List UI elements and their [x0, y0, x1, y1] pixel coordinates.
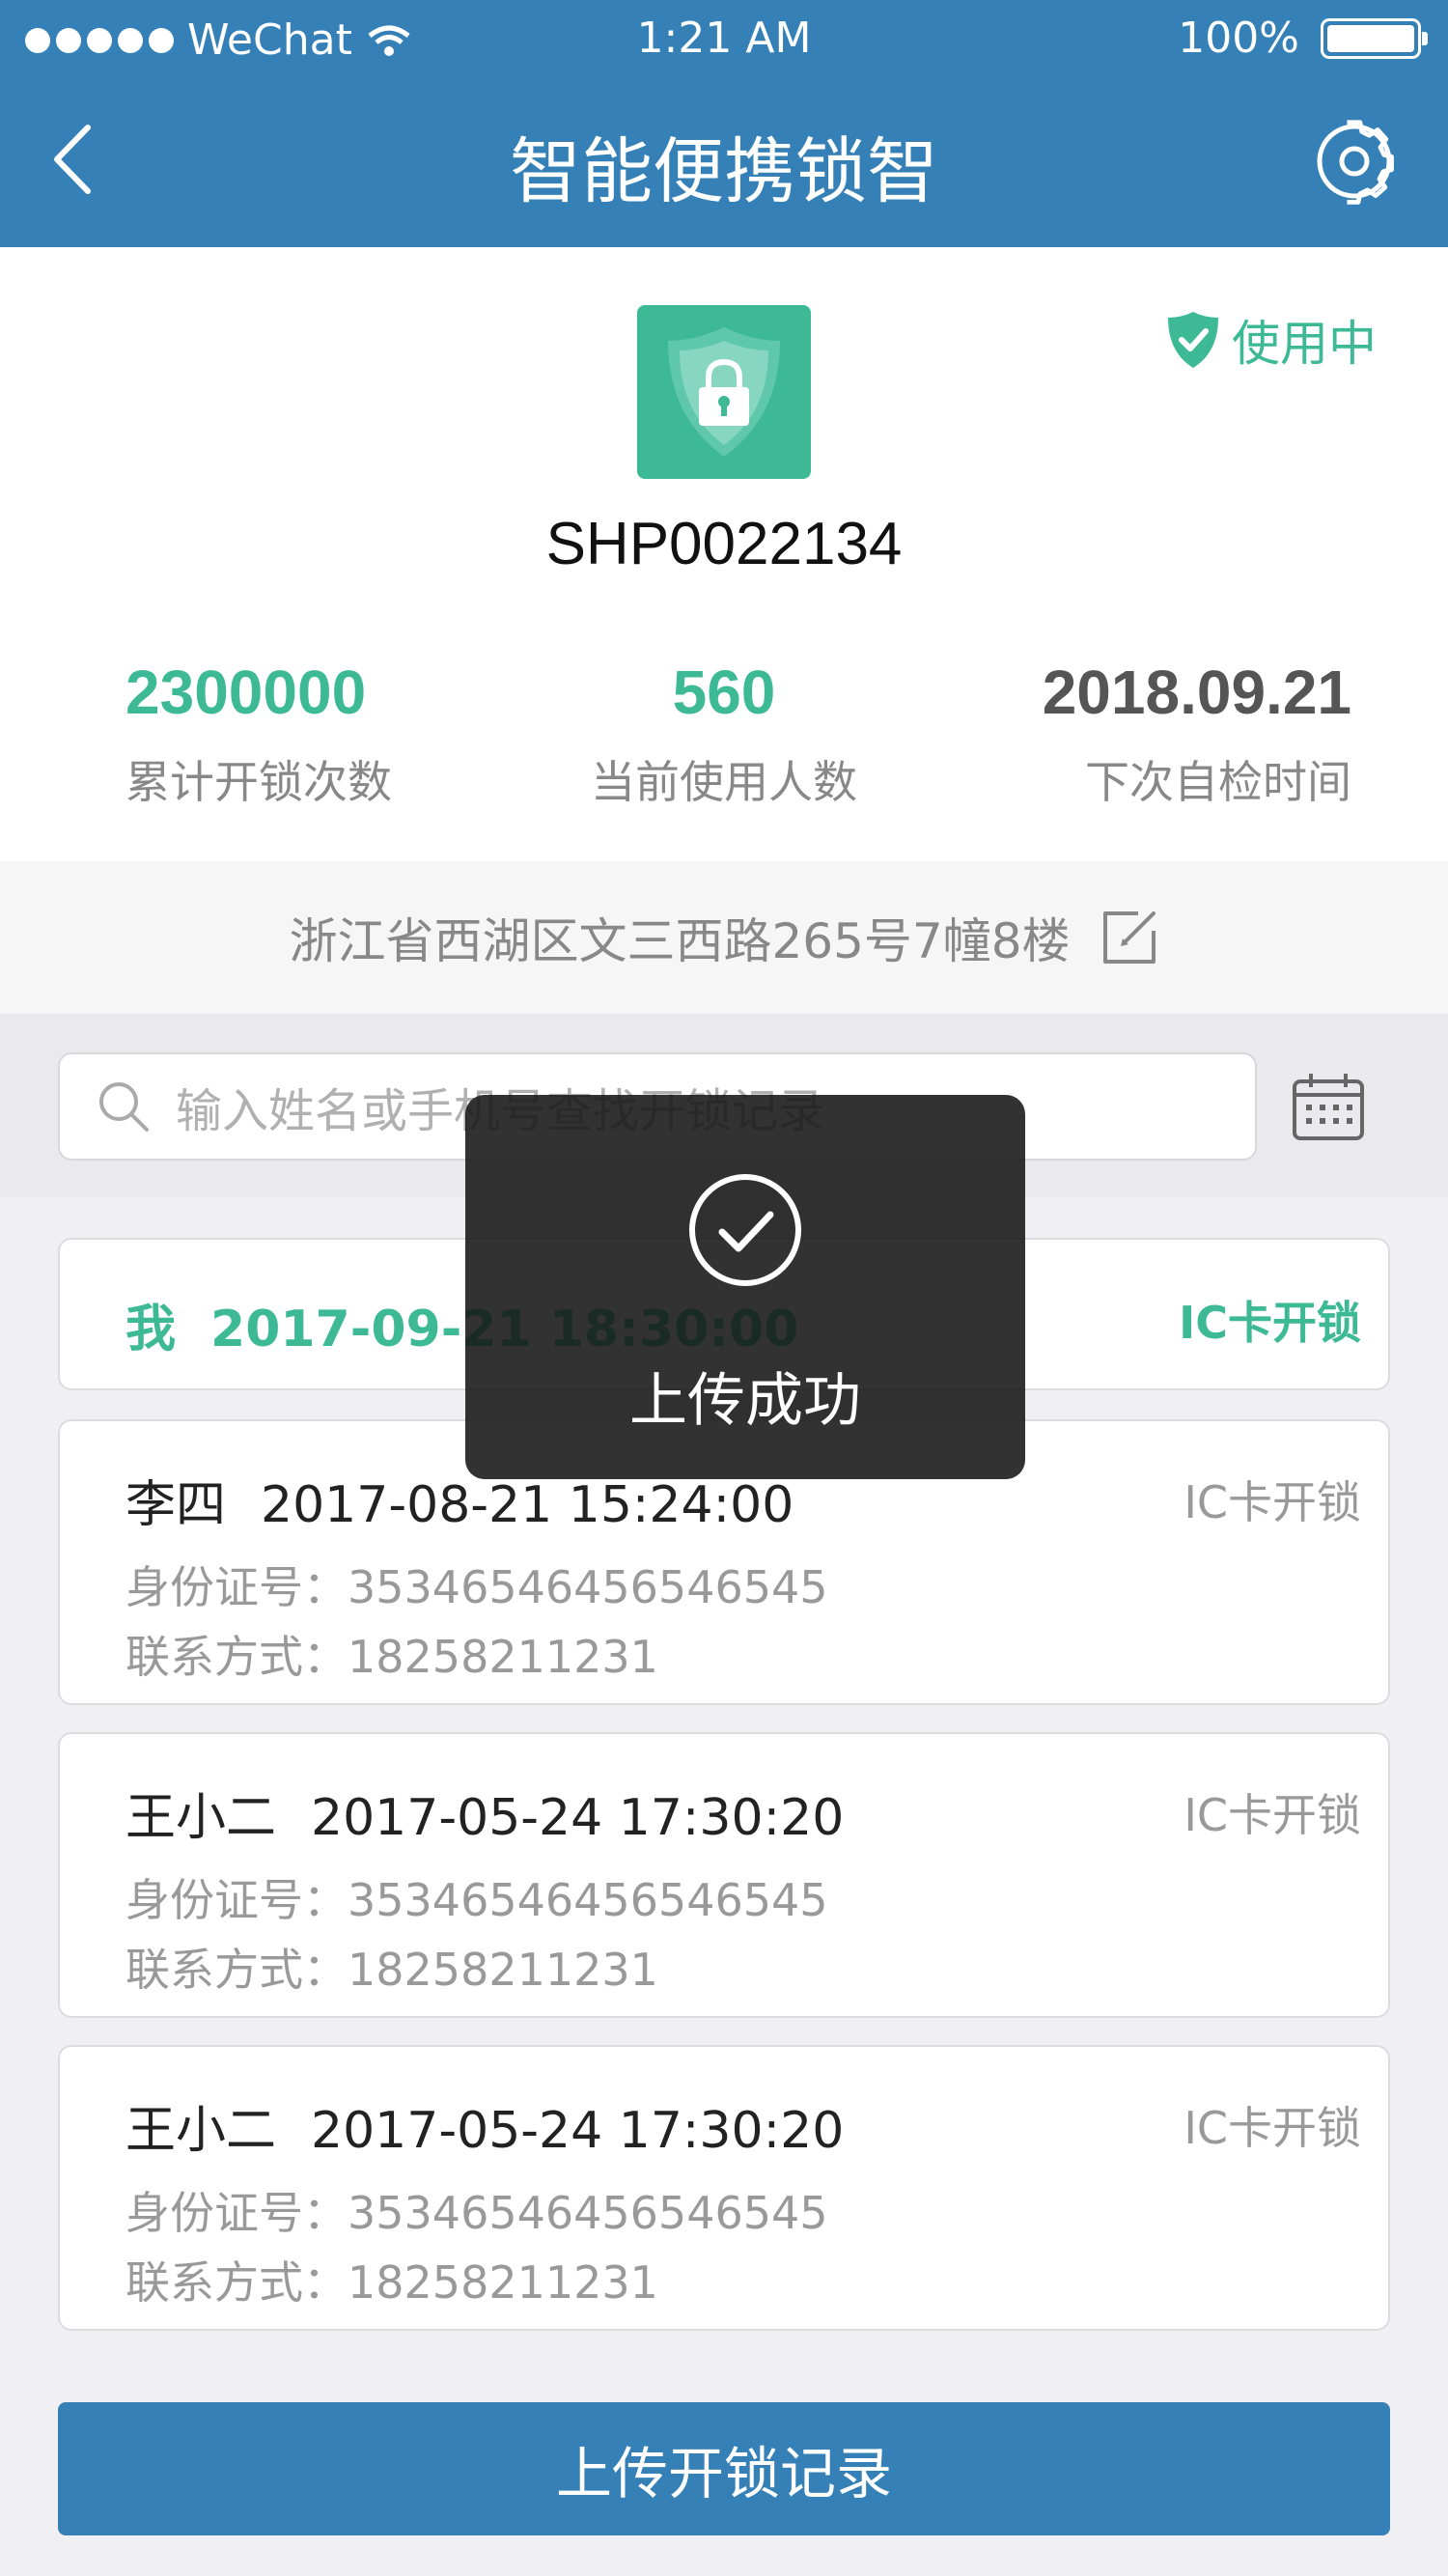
- status-text: 使用中: [1232, 316, 1377, 372]
- edit-icon[interactable]: [1100, 908, 1159, 967]
- record-id-line: 身份证号：35346546456546545: [125, 2178, 828, 2242]
- toast-message: 上传成功: [629, 1367, 861, 1435]
- record-contact-line: 联系方式：18258211231: [125, 1935, 658, 1999]
- contact-label: 联系方式：: [125, 2256, 348, 2309]
- address-text: 浙江省西湖区文三西路265号7幢8楼: [289, 913, 1071, 969]
- record-unlock-type: IC卡开锁: [1183, 1789, 1361, 1841]
- page-title: 智能便携锁智: [510, 130, 938, 213]
- record-header: 王小二 2017-05-24 17:30:20: [125, 2089, 844, 2162]
- address-row[interactable]: 浙江省西湖区文三西路265号7幢8楼: [0, 861, 1448, 1014]
- battery-icon: [1321, 17, 1428, 59]
- record-id-line: 身份证号：35346546456546545: [125, 1553, 828, 1616]
- stat-value: 2018.09.21: [1042, 658, 1351, 727]
- record-name: 李四: [125, 1476, 227, 1534]
- nav-bar: 智能便携锁智: [0, 79, 1448, 247]
- record-header: 王小二 2017-05-24 17:30:20: [125, 1777, 844, 1849]
- id-value: 35346546456546545: [348, 2187, 828, 2239]
- shield-lock-icon: [668, 327, 780, 457]
- calendar-button[interactable]: [1292, 1072, 1365, 1141]
- record-unlock-type: IC卡开锁: [1179, 1297, 1361, 1349]
- success-toast: 上传成功: [465, 1095, 1025, 1479]
- record-contact-line: 联系方式：18258211231: [125, 2248, 658, 2311]
- id-label: 身份证号：: [125, 2187, 348, 2239]
- contact-value: 18258211231: [348, 1944, 658, 1996]
- record-name: 王小二: [125, 1789, 277, 1847]
- battery-percent: 100%: [1178, 14, 1299, 63]
- id-value: 35346546456546545: [348, 1874, 828, 1926]
- record-time: 2017-05-24 17:30:20: [311, 1789, 845, 1847]
- record-name: 我: [125, 1301, 177, 1358]
- record-time: 2017-05-24 17:30:20: [311, 2102, 845, 2160]
- id-value: 35346546456546545: [348, 1561, 828, 1613]
- upload-records-button[interactable]: 上传开锁记录: [58, 2402, 1390, 2535]
- record-item[interactable]: 王小二 2017-05-24 17:30:20 IC卡开锁 身份证号：353465…: [58, 1732, 1390, 2018]
- calendar-icon: [1293, 1074, 1364, 1140]
- gear-icon: [1317, 120, 1394, 205]
- stat-label: 下次自检时间: [1085, 756, 1351, 808]
- search-icon: [99, 1082, 149, 1132]
- id-label: 身份证号：: [125, 1561, 348, 1613]
- device-info-card: 使用中 SHP0022134 2300000 累计开锁次数 560 当前使用人数…: [0, 247, 1448, 861]
- record-time: 2017-08-21 15:24:00: [261, 1476, 794, 1534]
- record-item[interactable]: 王小二 2017-05-24 17:30:20 IC卡开锁 身份证号：353465…: [58, 2045, 1390, 2331]
- status-badge: 使用中: [1166, 305, 1377, 375]
- shield-check-icon: [1168, 312, 1218, 368]
- status-bar: WeChat 1:21 AM 100%: [0, 0, 1448, 79]
- contact-label: 联系方式：: [125, 1631, 348, 1683]
- device-logo: [637, 305, 811, 479]
- settings-button[interactable]: [1311, 118, 1398, 205]
- contact-value: 18258211231: [348, 1631, 658, 1683]
- record-contact-line: 联系方式：18258211231: [125, 1622, 658, 1686]
- record-unlock-type: IC卡开锁: [1183, 2102, 1361, 2154]
- contact-value: 18258211231: [348, 2256, 658, 2309]
- contact-label: 联系方式：: [125, 1944, 348, 1996]
- record-unlock-type: IC卡开锁: [1183, 1476, 1361, 1528]
- device-id: SHP0022134: [545, 511, 903, 577]
- id-label: 身份证号：: [125, 1874, 348, 1926]
- record-name: 王小二: [125, 2102, 277, 2160]
- check-circle-icon: [689, 1174, 801, 1286]
- stat-next-check: 2018.09.21 下次自检时间: [869, 657, 1351, 811]
- record-id-line: 身份证号：35346546456546545: [125, 1865, 828, 1929]
- top-bar: WeChat 1:21 AM 100% 智能便携锁智: [0, 0, 1448, 247]
